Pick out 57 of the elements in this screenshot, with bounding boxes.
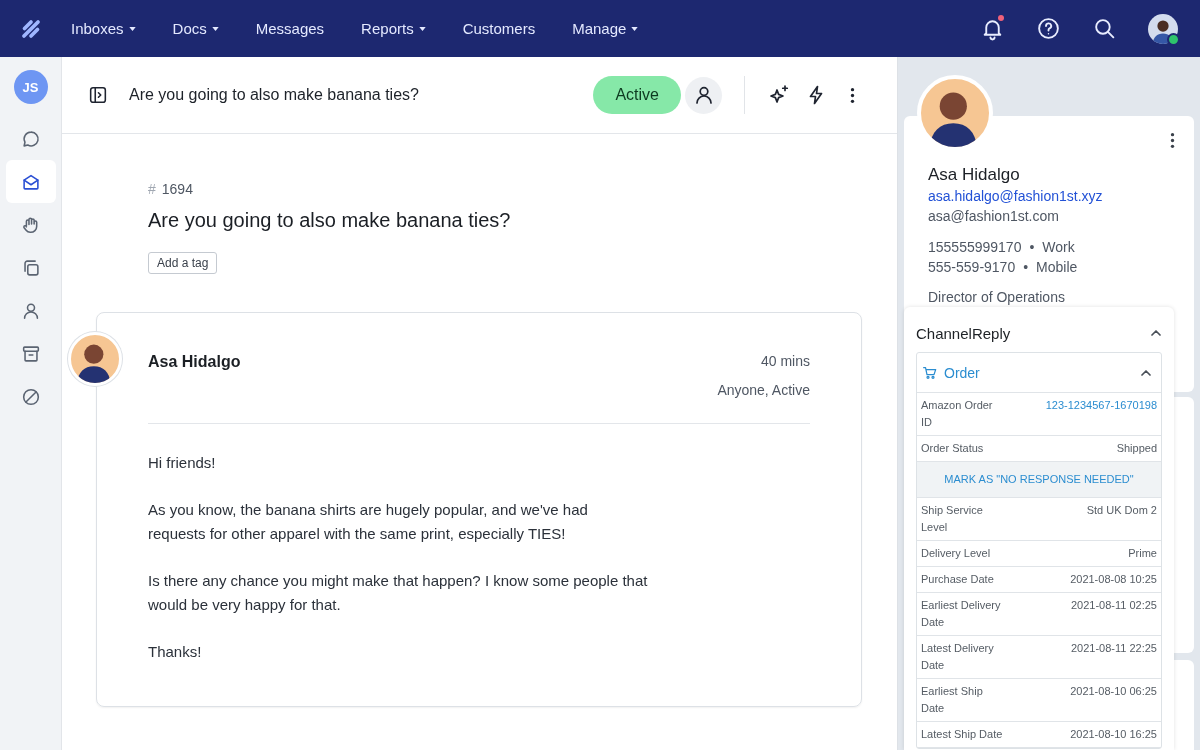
job-title: Director of Operations [928, 288, 1066, 307]
field-label: Purchase Date [921, 572, 995, 587]
nav-menu-item[interactable]: Inboxes [71, 16, 136, 41]
field-label: Order Status [921, 441, 985, 456]
message-time: 40 mins [760, 352, 810, 371]
add-tag-button[interactable]: Add a tag [148, 252, 218, 274]
field-label: Latest Delivery Date [921, 641, 995, 673]
field-value: 2021-08-08 10:25 [1070, 573, 1157, 585]
phone-number: 155555999170 • Work [928, 238, 1076, 257]
sidebar-toggle-icon[interactable] [87, 84, 109, 106]
field-label: Ship Service Level [921, 503, 984, 535]
nav-menu-item[interactable]: Messages [255, 16, 325, 41]
field-value: 2021-08-10 06:25 [1070, 685, 1157, 697]
user-avatar-icon[interactable] [1148, 13, 1178, 44]
field-value: Std UK Dom 2 [1086, 504, 1157, 516]
message-paragraph: Thanks! [148, 642, 203, 662]
message-paragraph: Is there any chance you might make that happen? I know some people that would be very happy for that. [148, 571, 649, 615]
section-title[interactable]: Order [944, 364, 980, 381]
hash-symbol: # [148, 180, 156, 198]
field-value: 2021-08-10 16:25 [1070, 728, 1157, 740]
search-icon[interactable] [1092, 16, 1117, 41]
nav-menu-item[interactable]: Manage [572, 16, 639, 41]
chevron-up-icon[interactable] [1151, 330, 1161, 336]
nav-menu-item[interactable]: Customers [462, 16, 536, 41]
field-value: Prime [1128, 547, 1157, 559]
message-paragraph: Hi friends! [148, 453, 217, 473]
sidebar-item[interactable] [5, 160, 56, 203]
email-address: asa@fashion1st.com [928, 207, 1060, 226]
assignment-status: Anyone, Active [717, 381, 810, 400]
conversation-number: 1694 [161, 180, 193, 198]
contact-name: Asa Hidalgo [928, 164, 1021, 186]
author-name: Asa Hidalgo [148, 352, 241, 372]
status-button[interactable]: Active [593, 76, 681, 114]
help-icon[interactable] [1036, 16, 1061, 41]
field-label: Latest Ship Date [921, 727, 1004, 742]
field-label: Delivery Level [921, 546, 992, 561]
field-label: Earliest Ship Date [921, 684, 984, 716]
avatar-icon [68, 332, 122, 386]
field-value: Shipped [1116, 442, 1157, 454]
conversation-title: Are you going to also make banana ties? [129, 86, 419, 104]
phone-number: 555-559-9170 • Mobile [928, 258, 1079, 277]
cart-icon [922, 364, 938, 381]
assign-button[interactable] [685, 76, 722, 114]
field-value: 2021-08-11 22:25 [1070, 642, 1157, 654]
conversation-subject: Are you going to also make banana ties? [148, 208, 512, 233]
field-value: 2021-08-11 02:25 [1070, 599, 1157, 611]
field-label: Amazon Order ID [921, 398, 994, 430]
nav-menu-item[interactable]: Reports [361, 16, 426, 41]
order-id-link[interactable]: 123-1234567-1670198 [1045, 399, 1157, 411]
nav-menu-item[interactable]: Docs [172, 16, 219, 41]
chevron-up-icon[interactable] [1141, 369, 1151, 376]
field-label: Earliest Delivery Date [921, 598, 1002, 630]
message-paragraph: As you know, the banana shirts are hugely popular, and we've had requests for other apparel with the same print, especially TIES! [148, 500, 589, 544]
more-options-icon[interactable] [1170, 132, 1175, 149]
email-address[interactable]: asa.hidalgo@fashion1st.xyz [928, 186, 1170, 206]
panel-title: ChannelReply [916, 324, 1011, 342]
more-options-icon[interactable] [850, 86, 855, 104]
